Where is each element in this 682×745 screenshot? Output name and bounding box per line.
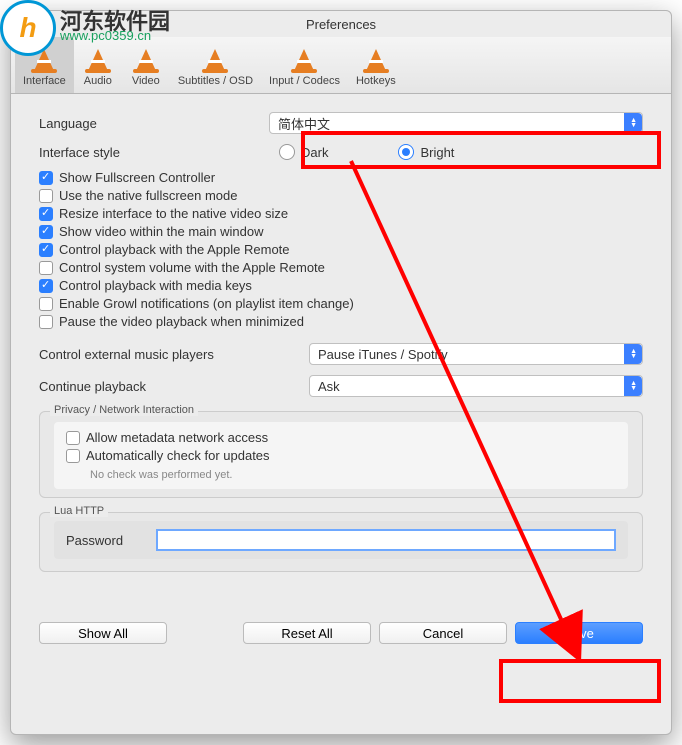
checkbox-icon <box>39 207 53 221</box>
checkbox-list: Show Fullscreen Controller Use the native… <box>39 170 643 329</box>
privacy-fieldset: Privacy / Network Interaction Allow meta… <box>39 411 643 498</box>
tab-subtitles[interactable]: Subtitles / OSD <box>170 37 261 93</box>
checkbox-icon <box>39 315 53 329</box>
annotation-highlight-save <box>499 659 661 703</box>
password-input[interactable] <box>156 529 616 551</box>
checkbox-label: Enable Growl notifications (on playlist … <box>59 296 354 311</box>
checkbox-option[interactable]: Control system volume with the Apple Rem… <box>39 260 643 275</box>
checkbox-icon <box>39 189 53 203</box>
music-control-label: Control external music players <box>39 347 309 362</box>
privacy-legend: Privacy / Network Interaction <box>50 404 198 416</box>
language-label: Language <box>39 116 269 131</box>
checkbox-label: Show Fullscreen Controller <box>59 170 215 185</box>
checkbox-option[interactable]: Resize interface to the native video siz… <box>39 206 643 221</box>
checkbox-label: Show video within the main window <box>59 224 264 239</box>
cone-icon <box>130 41 162 73</box>
checkbox-icon <box>39 261 53 275</box>
checkbox-option[interactable]: Control playback with media keys <box>39 278 643 293</box>
interface-style-label: Interface style <box>39 145 269 160</box>
password-label: Password <box>66 533 146 548</box>
checkbox-label: Use the native fullscreen mode <box>59 188 237 203</box>
cone-icon <box>199 41 231 73</box>
checkbox-icon <box>39 297 53 311</box>
tab-input-codecs[interactable]: Input / Codecs <box>261 37 348 93</box>
preferences-window: Preferences Interface Audio Video Subtit… <box>10 10 672 735</box>
radio-icon <box>279 144 295 160</box>
checkbox-icon <box>39 225 53 239</box>
content-area: Language 简体中文 ▲▼ Interface style Dark Br… <box>11 94 671 604</box>
checkbox-icon <box>66 431 80 445</box>
cone-icon <box>288 41 320 73</box>
checkbox-option[interactable]: Use the native fullscreen mode <box>39 188 643 203</box>
continue-playback-label: Continue playback <box>39 379 309 394</box>
lua-fieldset: Lua HTTP Password <box>39 512 643 572</box>
continue-playback-select[interactable]: Ask ▲▼ <box>309 375 643 397</box>
checkbox-option[interactable]: Enable Growl notifications (on playlist … <box>39 296 643 311</box>
cancel-button[interactable]: Cancel <box>379 622 507 644</box>
save-button[interactable]: Save <box>515 622 643 644</box>
button-bar: Show All Reset All Cancel Save <box>11 622 671 644</box>
reset-all-button[interactable]: Reset All <box>243 622 371 644</box>
select-arrows-icon: ▲▼ <box>630 118 637 128</box>
show-all-button[interactable]: Show All <box>39 622 167 644</box>
checkbox-option[interactable]: Show Fullscreen Controller <box>39 170 643 185</box>
radio-bright[interactable]: Bright <box>398 144 454 160</box>
checkbox-option[interactable]: Show video within the main window <box>39 224 643 239</box>
checkbox-label: Control playback with the Apple Remote <box>59 242 290 257</box>
checkbox-icon <box>39 171 53 185</box>
checkbox-icon <box>39 243 53 257</box>
cone-icon <box>360 41 392 73</box>
tab-hotkeys[interactable]: Hotkeys <box>348 37 404 93</box>
radio-icon <box>398 144 414 160</box>
radio-dark[interactable]: Dark <box>279 144 328 160</box>
lua-legend: Lua HTTP <box>50 505 108 517</box>
checkbox-updates[interactable]: Automatically check for updates <box>66 448 616 463</box>
checkbox-label: Resize interface to the native video siz… <box>59 206 288 221</box>
checkbox-option[interactable]: Control playback with the Apple Remote <box>39 242 643 257</box>
select-arrows-icon: ▲▼ <box>630 349 637 359</box>
update-check-hint: No check was performed yet. <box>90 469 616 481</box>
language-select[interactable]: 简体中文 ▲▼ <box>269 112 643 134</box>
select-arrows-icon: ▲▼ <box>630 381 637 391</box>
checkbox-label: Control system volume with the Apple Rem… <box>59 260 325 275</box>
checkbox-icon <box>39 279 53 293</box>
checkbox-label: Pause the video playback when minimized <box>59 314 304 329</box>
checkbox-icon <box>66 449 80 463</box>
checkbox-option[interactable]: Pause the video playback when minimized <box>39 314 643 329</box>
checkbox-label: Control playback with media keys <box>59 278 252 293</box>
tab-audio[interactable]: Audio <box>74 37 122 93</box>
toolbar: Interface Audio Video Subtitles / OSD In… <box>11 37 671 94</box>
watermark-logo: h 河东软件园 www.pc0359.cn <box>0 0 56 56</box>
cone-icon <box>82 41 114 73</box>
checkbox-metadata[interactable]: Allow metadata network access <box>66 430 616 445</box>
tab-video[interactable]: Video <box>122 37 170 93</box>
music-control-select[interactable]: Pause iTunes / Spotify ▲▼ <box>309 343 643 365</box>
